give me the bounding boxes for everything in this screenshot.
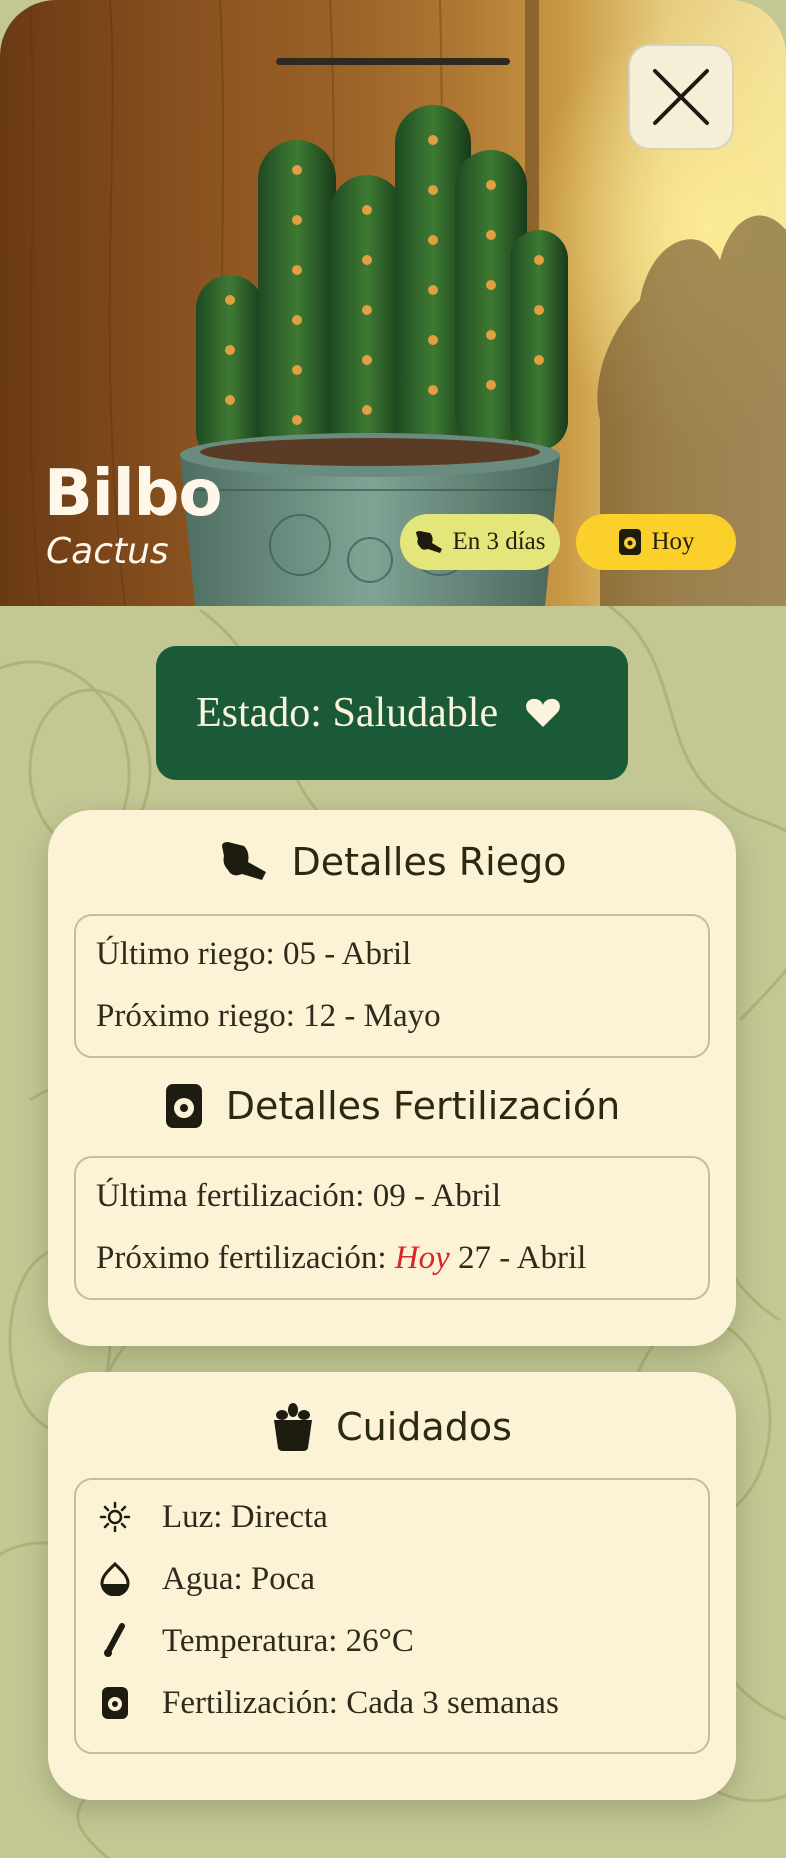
fertilize-due-chip[interactable]: Hoy	[576, 514, 736, 570]
fertilization-details-box: Última fertilización: 09 - Abril Próximo…	[74, 1156, 710, 1300]
fertilize-due-label: Hoy	[651, 528, 695, 555]
plant-photo: Bilbo Cactus En 3 días Hoy	[0, 0, 786, 606]
next-fertilization: Próximo fertilización: Hoy 27 - Abril	[96, 1240, 586, 1277]
potted-plant-icon	[274, 1403, 313, 1451]
drag-handle[interactable]	[276, 58, 510, 65]
fertilization-details-title: Detalles Fertilización	[225, 1084, 621, 1128]
last-fertilization: Última fertilización: 09 - Abril	[96, 1178, 502, 1214]
care-item-label: Agua: Poca	[162, 1560, 316, 1597]
thermometer-icon	[104, 1623, 125, 1657]
next-fertilization-date: 27 - Abril	[449, 1240, 587, 1276]
heart-icon	[526, 698, 560, 727]
care-card: Cuidados Luz: Directa Agua: Poca Tempera…	[48, 1372, 736, 1800]
next-fertilization-prefix: Próximo fertilización:	[96, 1240, 395, 1276]
water-drop-icon	[100, 1562, 130, 1596]
watering-details-heading: Detalles Riego	[48, 840, 736, 884]
fertilizer-bag-icon	[165, 1084, 202, 1128]
fertilizer-bag-icon	[619, 529, 642, 555]
care-item-temperature: Temperatura: 26°C	[96, 1622, 414, 1660]
watering-details-title: Detalles Riego	[291, 840, 567, 884]
care-item-label: Luz: Directa	[162, 1498, 328, 1535]
health-status-banner: Estado: Saludable	[156, 646, 628, 780]
care-item-fertilization: Fertilización: Cada 3 semanas	[96, 1684, 559, 1722]
care-details-box: Luz: Directa Agua: Poca Temperatura: 26°…	[74, 1478, 710, 1754]
care-item-light: Luz: Directa	[96, 1498, 328, 1536]
health-status-label: Estado: Saludable	[196, 690, 499, 736]
watering-due-chip[interactable]: En 3 días	[400, 514, 560, 570]
sun-icon	[99, 1501, 131, 1533]
watering-can-icon	[221, 842, 266, 880]
today-highlight: Hoy	[394, 1240, 450, 1276]
watering-can-icon	[416, 531, 443, 553]
care-details-card: Detalles Riego Último riego: 05 - Abril …	[48, 810, 736, 1346]
watering-due-label: En 3 días	[452, 528, 546, 555]
last-watering: Último riego: 05 - Abril	[96, 936, 412, 972]
close-icon	[653, 69, 709, 125]
fertilizer-bag-icon	[102, 1687, 128, 1719]
care-heading: Cuidados	[48, 1402, 736, 1452]
plant-name: Bilbo	[44, 457, 222, 531]
watering-details-box: Último riego: 05 - Abril Próximo riego: …	[74, 914, 710, 1058]
care-title: Cuidados	[336, 1405, 512, 1449]
close-button[interactable]	[628, 44, 734, 150]
care-item-label: Fertilización: Cada 3 semanas	[162, 1684, 559, 1721]
plant-species: Cactus	[46, 531, 169, 572]
next-watering: Próximo riego: 12 - Mayo	[96, 998, 441, 1034]
care-item-water: Agua: Poca	[96, 1560, 315, 1598]
plant-detail-sheet: Bilbo Cactus En 3 días Hoy Estado: Salud…	[0, 0, 786, 1858]
fertilization-details-heading: Detalles Fertilización	[48, 1082, 736, 1130]
care-item-label: Temperatura: 26°C	[162, 1622, 414, 1659]
